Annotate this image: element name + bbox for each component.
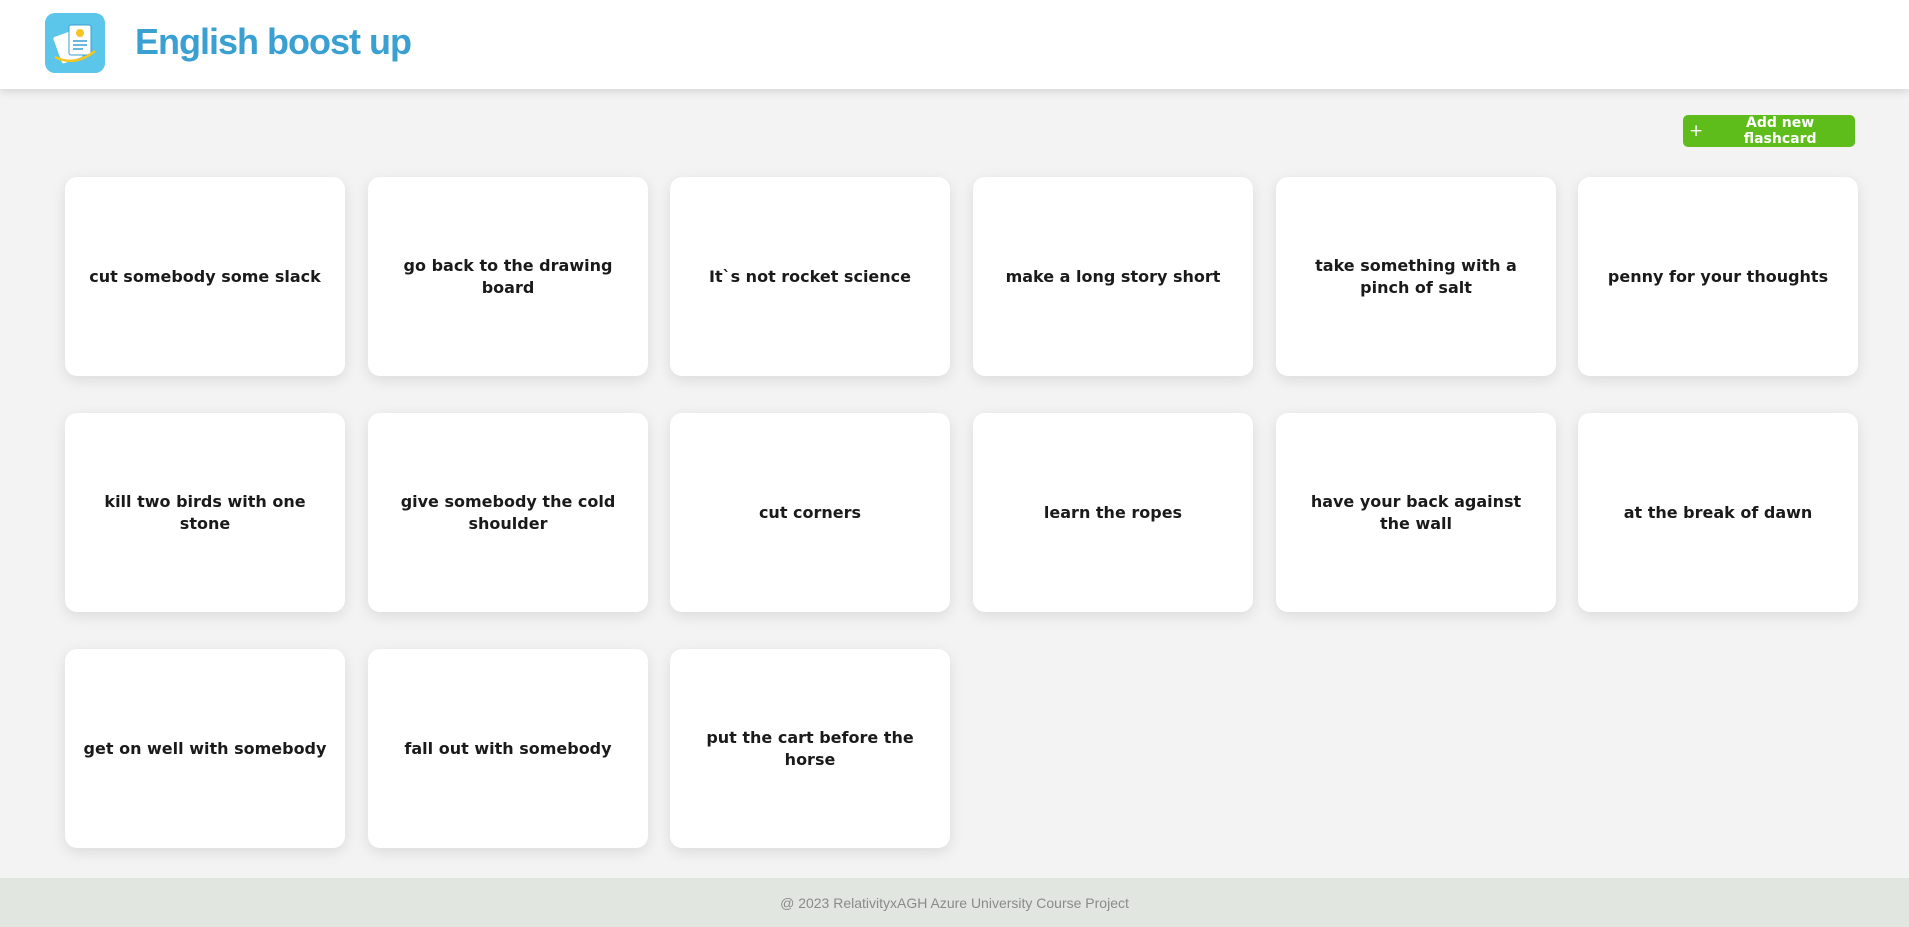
flashcard-text: cut somebody some slack [89, 266, 321, 286]
flashcard[interactable]: penny for your thoughts [1578, 177, 1858, 376]
flashcard-text: fall out with somebody [404, 738, 612, 758]
flashcard[interactable]: kill two birds with one stone [65, 413, 345, 612]
flashcard[interactable]: cut corners [670, 413, 950, 612]
flashcard[interactable]: cut somebody some slack [65, 177, 345, 376]
flashcard[interactable]: make a long story short [973, 177, 1253, 376]
page-footer: @ 2023 RelativityxAGH Azure University C… [0, 878, 1909, 927]
flashcard-text: put the cart before the horse [706, 727, 914, 769]
flashcard[interactable]: have your back against the wall [1276, 413, 1556, 612]
flashcard[interactable]: at the break of dawn [1578, 413, 1858, 612]
flashcard-text: learn the ropes [1043, 502, 1183, 522]
flashcard-text: get on well with somebody [83, 738, 327, 758]
flashcard[interactable]: fall out with somebody [368, 649, 648, 848]
app-title: English boost up [135, 21, 412, 62]
flashcard-text: It`s not rocket science [708, 266, 911, 286]
flashcard[interactable]: learn the ropes [973, 413, 1253, 612]
flashcard-text: at the break of dawn [1623, 502, 1813, 522]
flashcard-text: give somebody the cold shoulder [400, 491, 616, 533]
plus-icon: + [1689, 120, 1704, 141]
flashcard-text: have your back against the wall [1310, 491, 1522, 533]
add-flashcard-label: Add new flashcard [1743, 115, 1817, 147]
flashcard[interactable]: get on well with somebody [65, 649, 345, 848]
flashcard[interactable]: take something with a pinch of salt [1276, 177, 1556, 376]
app-header: English boost up [0, 0, 1909, 89]
flashcards-logo-icon[interactable] [45, 13, 105, 73]
flashcard-text: go back to the drawing board [403, 255, 613, 297]
flashcard-text: cut corners [758, 502, 862, 522]
add-flashcard-button[interactable]: + Add new flashcard [1683, 115, 1855, 147]
flashcard-text: take something with a pinch of salt [1315, 255, 1517, 297]
flashcard-text: penny for your thoughts [1607, 266, 1829, 286]
flashcard[interactable]: put the cart before the horse [670, 649, 950, 848]
flashcard-text: kill two birds with one stone [104, 491, 306, 533]
flashcard[interactable]: give somebody the cold shoulder [368, 413, 648, 612]
flashcard[interactable]: It`s not rocket science [670, 177, 950, 376]
flashcard-text: make a long story short [1005, 266, 1221, 286]
flashcard[interactable]: go back to the drawing board [368, 177, 648, 376]
footer-copyright: @ 2023 RelativityxAGH Azure University C… [780, 894, 1129, 911]
